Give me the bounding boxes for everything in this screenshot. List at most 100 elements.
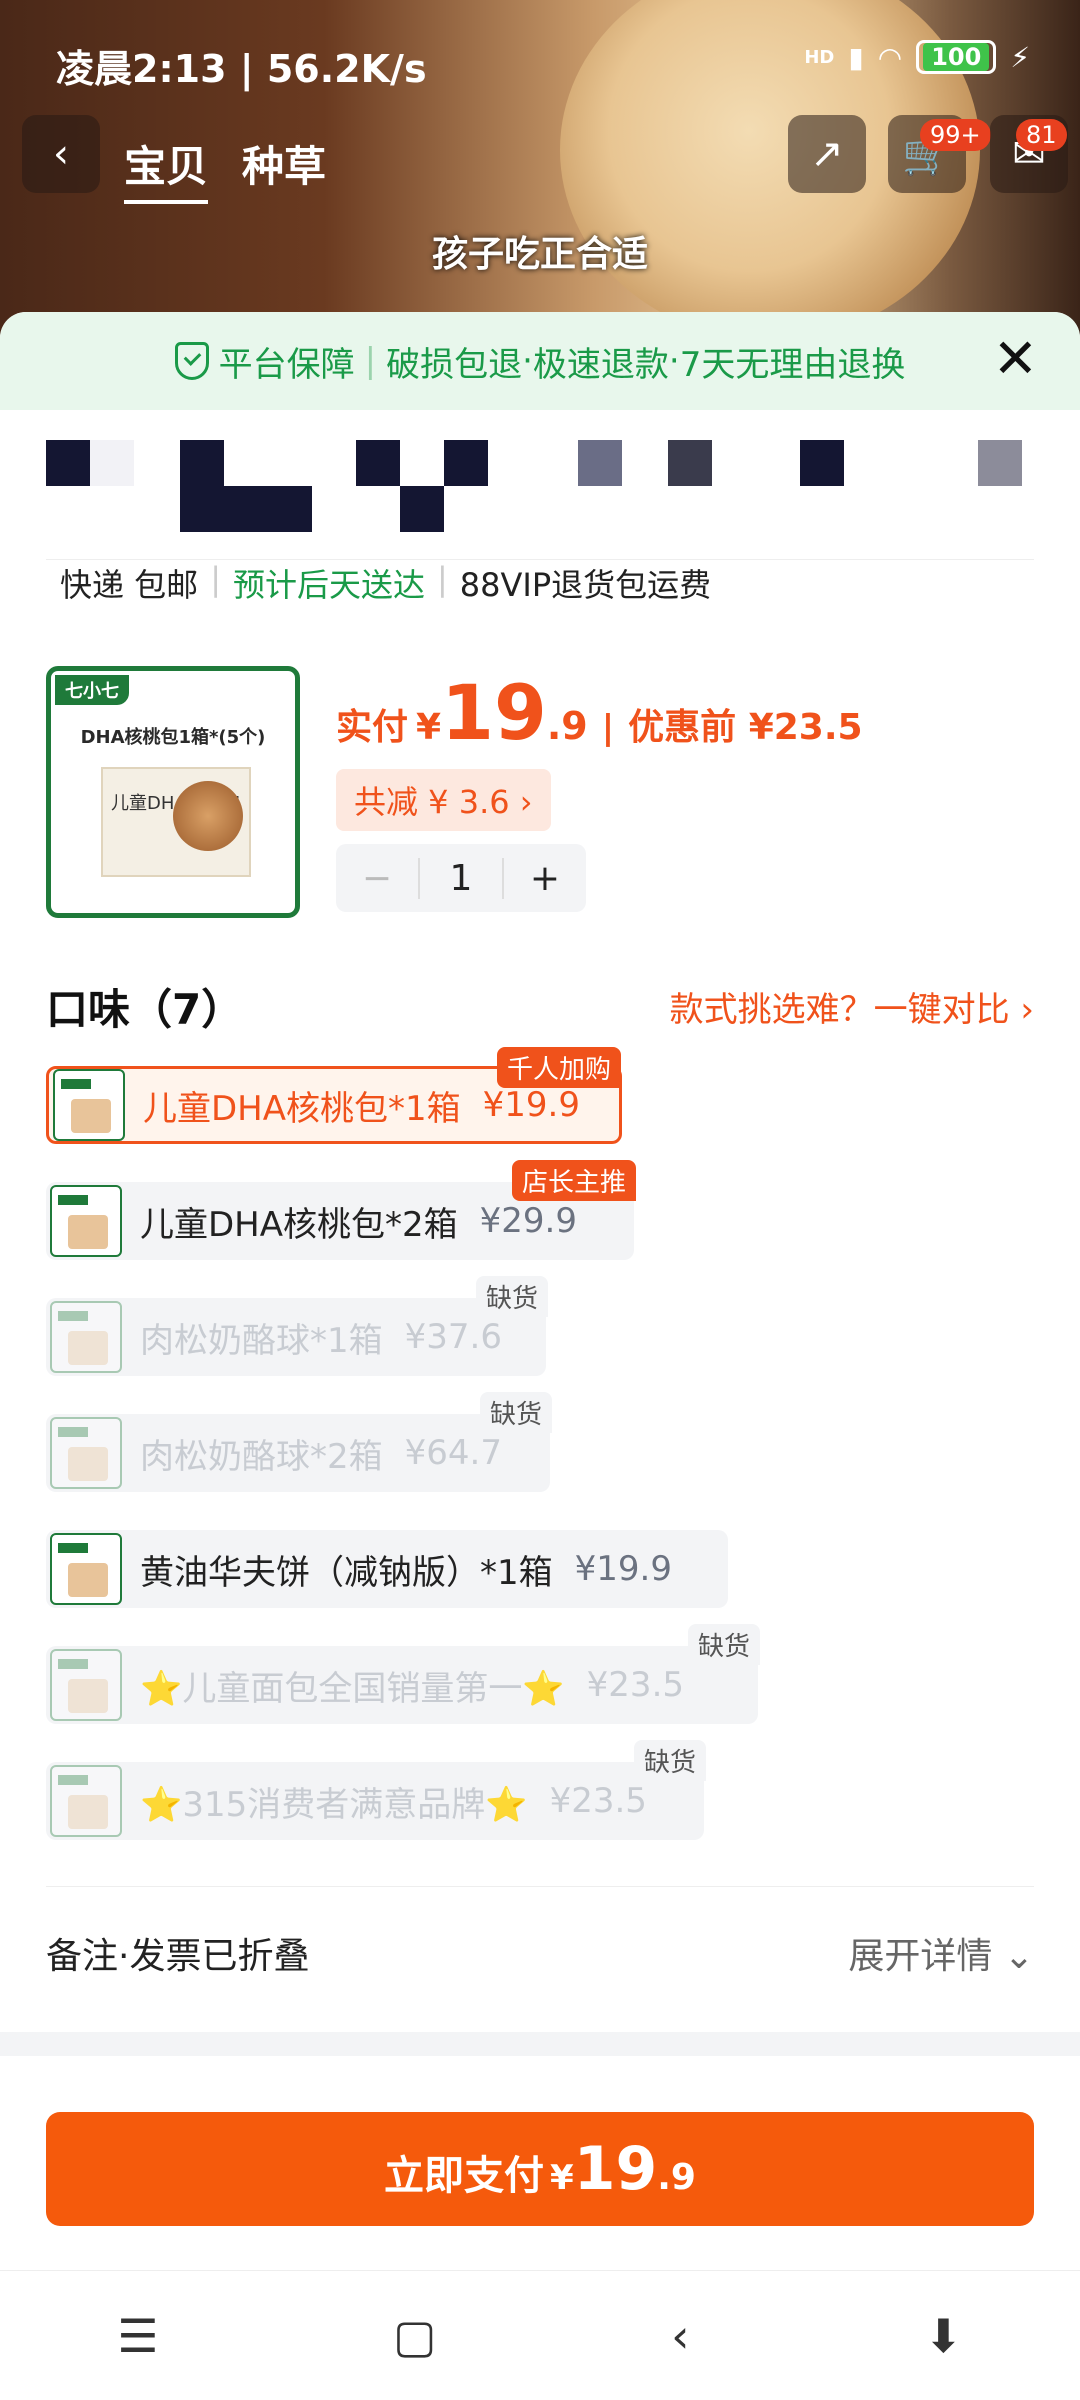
close-icon[interactable]: ✕ [993,332,1038,386]
flavor-tag: 缺货 [475,1276,548,1317]
signal-icon: ▮ [848,40,864,74]
quantity-value[interactable]: 1 [418,857,504,899]
guarantee-bar: 平台保障 | 破损包退 · 极速退款 · 7天无理由退换 ✕ [0,312,1080,410]
discount-detail-button[interactable]: 共减 ¥ 3.6 › [336,769,551,831]
flavor-option[interactable]: 肉松奶酪球*2箱 ¥64.7 缺货 [46,1392,552,1492]
wifi-icon: ◠ [877,40,903,74]
top-nav: ‹ 宝贝 种草 ↗ 🛒 99+ ✉ 81 [0,115,1080,215]
flavor-option[interactable]: ⭐儿童面包全国销量第一⭐ ¥23.5 缺货 [46,1624,760,1724]
increase-button[interactable]: + [504,858,586,899]
flavor-price: ¥19.9 [574,1549,672,1589]
flavor-name: 黄油华夫饼（减钠版）*1箱 [140,1552,553,1593]
flavor-thumbnail [50,1649,122,1721]
message-badge: 81 [1016,119,1067,151]
flavor-thumbnail [50,1301,122,1373]
price-line: 实付 ¥ 19 .9 | 优惠前 ¥23.5 [336,668,863,757]
flavor-price: ¥64.7 [404,1433,502,1473]
flavor-price: ¥37.6 [404,1317,502,1357]
guarantee-item: 破损包退 [386,344,523,385]
remarks-label: 备注·发票已折叠 [46,1935,310,1977]
pay-now-integer: 19 [573,2134,658,2204]
remarks-invoice-row[interactable]: 备注·发票已折叠 展开详情 ⌄ [46,1886,1034,2018]
flavor-thumbnail [50,1417,122,1489]
battery-icon: 100 [916,40,997,74]
pay-label: 实付 [336,707,409,748]
system-nav-bar: ☰ ▢ ‹ ⬇ [0,2270,1080,2400]
status-bar: 凌晨2:13 | 56.2K/s HD ▮ ◠ 100 ⚡ [0,0,1080,120]
flavor-tag: 店长主推 [511,1160,636,1201]
flavor-tag: 缺货 [633,1740,706,1781]
share-button[interactable]: ↗ [788,115,866,193]
address-section-redacted[interactable] [46,410,1034,560]
product-box-image: 儿童DHA核桃包 [101,767,251,877]
price-integer: 19 [441,668,547,757]
status-time: 凌晨2:13 | 56.2K/s [56,47,427,91]
guarantee-title: 平台保障 [218,344,355,385]
decrease-button[interactable]: − [336,858,418,899]
flavor-price: ¥29.9 [479,1201,577,1241]
delivery-eta: 预计后天送达 [232,566,425,604]
expand-details-button[interactable]: 展开详情 ⌄ [848,1927,1034,1979]
compare-link[interactable]: 款式挑选难？一键对比 › [670,982,1034,1031]
shipping-method: 快递 包邮 [60,566,199,604]
back-button[interactable]: ‹ [22,115,100,193]
pay-now-button[interactable]: 立即支付 ¥ 19 .9 [46,2112,1034,2226]
flavor-tag: 缺货 [687,1624,760,1665]
shipping-info: 快递 包邮 | 预计后天送达 | 88VIP退货包运费 [60,560,712,604]
pay-now-yen: ¥ [550,2158,574,2198]
shield-icon [174,342,209,380]
flavor-price: ¥19.9 [482,1085,580,1125]
status-icons: HD ▮ ◠ 100 ⚡ [804,40,1030,74]
purchase-sheet: 平台保障 | 破损包退 · 极速退款 · 7天无理由退换 ✕ 快递 包邮 | 预… [0,312,1080,2400]
network-label: HD [804,46,835,68]
chevron-left-icon: ‹ [53,131,69,177]
flavor-tag: 缺货 [479,1392,552,1433]
charging-icon: ⚡ [1010,40,1030,74]
pay-now-label: 立即支付 [384,2153,545,2199]
assistant-icon[interactable]: ⬇ [924,2309,963,2363]
flavor-option[interactable]: 黄油华夫饼（减钠版）*1箱 ¥19.9 [46,1530,728,1608]
cart-badge: 99+ [920,119,991,151]
share-icon: ↗ [810,131,844,177]
yen-symbol: ¥ [416,707,442,748]
vip-return-shipping: 88VIP退货包运费 [459,566,712,604]
video-caption: 孩子吃正合适 [431,234,648,275]
battery-level: 100 [923,43,990,71]
flavor-name: 儿童DHA核桃包*1箱 [143,1088,461,1129]
flavor-option[interactable]: ⭐315消费者满意品牌⭐ ¥23.5 缺货 [46,1740,706,1840]
nav-tabs: 宝贝 种草 [124,133,326,204]
product-box-title: DHA核桃包1箱*(5个) [80,727,266,748]
quantity-stepper: − 1 + [336,844,586,912]
product-thumbnail[interactable]: 七小七 DHA核桃包1箱*(5个) 儿童DHA核桃包 [46,666,300,918]
flavor-header: 口味（7） 款式挑选难？一键对比 › [46,976,1034,1037]
flavor-thumbnail [50,1765,122,1837]
flavor-thumbnail [53,1069,125,1141]
guarantee-item: 7天无理由退换 [679,344,906,385]
section-divider [0,2032,1080,2056]
flavor-price: ¥23.5 [586,1665,685,1705]
flavor-option[interactable]: 儿童DHA核桃包*2箱 ¥29.9 店长主推 [46,1160,636,1260]
brand-logo: 七小七 [55,675,129,705]
home-icon[interactable]: ▢ [393,2309,436,2363]
flavor-name: ⭐315消费者满意品牌⭐ [140,1784,528,1825]
flavor-name: ⭐儿童面包全国销量第一⭐ [140,1668,565,1709]
menu-icon[interactable]: ☰ [117,2309,158,2363]
tab-reviews[interactable]: 种草 [242,133,326,204]
flavor-thumbnail [50,1185,122,1257]
walnut-bun-image [173,781,243,851]
flavor-title: 口味（7） [46,985,244,1034]
flavor-name: 儿童DHA核桃包*2箱 [140,1204,458,1245]
original-price: 优惠前 ¥23.5 [628,707,863,748]
flavor-price: ¥23.5 [549,1781,647,1821]
flavor-option[interactable]: 肉松奶酪球*1箱 ¥37.6 缺货 [46,1276,548,1376]
guarantee-item: 极速退款 [532,344,669,385]
flavor-option[interactable]: 儿童DHA核桃包*1箱 ¥19.9 千人加购 [46,1047,622,1144]
flavor-name: 肉松奶酪球*1箱 [140,1320,383,1361]
price-decimal: .9 [546,704,588,748]
flavor-tag: 千人加购 [496,1047,621,1088]
pay-now-decimal: .9 [657,2157,696,2198]
flavor-name: 肉松奶酪球*2箱 [140,1436,383,1477]
tab-item[interactable]: 宝贝 [124,133,209,204]
price-area: 实付 ¥ 19 .9 | 优惠前 ¥23.5 共减 ¥ 3.6 › [336,668,863,831]
back-icon[interactable]: ‹ [671,2309,689,2363]
